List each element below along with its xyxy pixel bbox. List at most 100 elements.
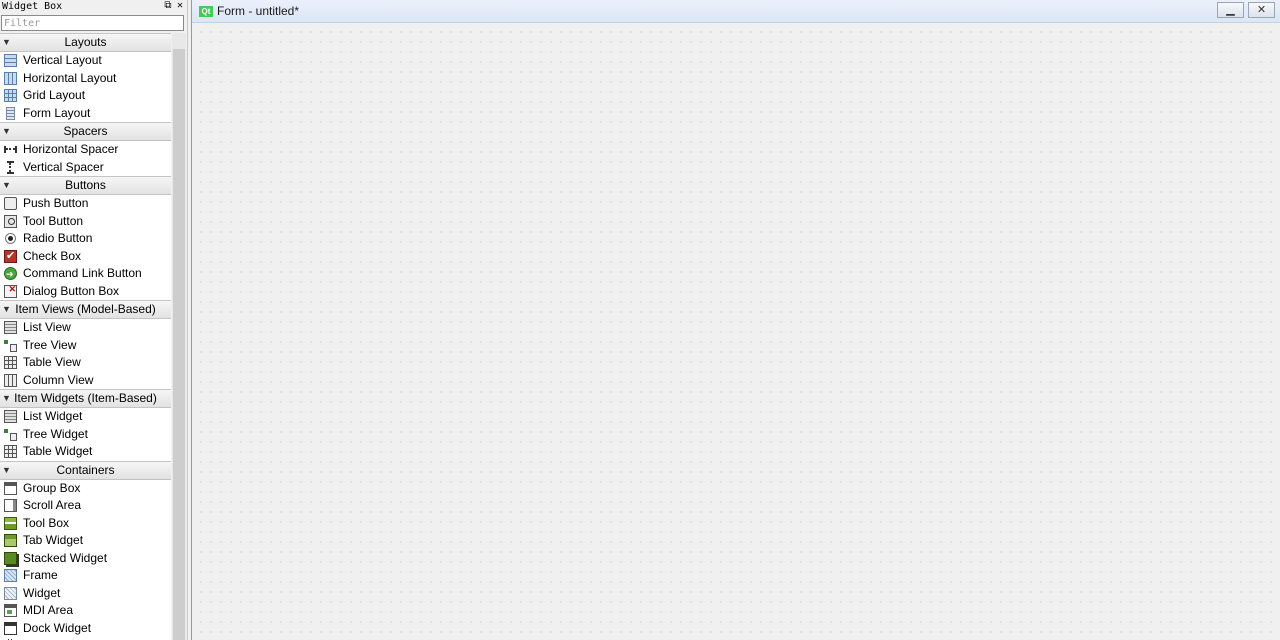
close-button[interactable]: ✕: [1248, 2, 1275, 18]
stacked-widget-icon: [4, 551, 17, 565]
category-header[interactable]: ▼ Buttons: [0, 176, 171, 195]
push-button-icon: [4, 197, 17, 210]
widget-item[interactable]: Horizontal Spacer: [0, 141, 171, 159]
tool-button-icon: [4, 214, 17, 228]
widget-item-label: Table Widget: [23, 444, 93, 458]
category-label: Item Views (Model-Based): [15, 302, 156, 316]
horizontal-spacer-icon: [4, 143, 17, 156]
frame-icon: [4, 569, 17, 582]
widget-box-dock: Widget Box ⧉ ✕ ▼ Layouts Vertical Layout Ho…: [0, 0, 188, 640]
widget-item-label: Tool Button: [23, 213, 84, 228]
widget-item[interactable]: Widget: [0, 584, 171, 602]
category-label: Containers: [56, 462, 115, 477]
widget-list: ▼ Layouts Vertical Layout Horizontal Layout…: [0, 33, 171, 640]
widget-item[interactable]: Command Link Button: [0, 265, 171, 284]
widget-item[interactable]: Frame: [0, 567, 171, 585]
widget-item[interactable]: Stacked Widget: [0, 549, 171, 567]
scrollbar-thumb[interactable]: [173, 49, 185, 640]
widget-item[interactable]: Vertical Spacer: [0, 158, 171, 176]
vertical-spacer-icon: [4, 160, 17, 174]
widget-item-label: Widget: [23, 585, 61, 600]
widget-item[interactable]: Radio Button: [0, 230, 171, 248]
widget-item[interactable]: Column View: [0, 371, 171, 389]
widget-item-label: Vertical Layout: [23, 53, 102, 67]
widget-item[interactable]: Dock Widget: [0, 619, 171, 637]
form-canvas[interactable]: [192, 23, 1280, 640]
category-label: Spacers: [63, 124, 108, 138]
category-header[interactable]: ▼ Containers: [0, 460, 171, 480]
category-label: Buttons: [65, 178, 106, 192]
column-view-icon: [4, 373, 17, 387]
widget-item[interactable]: MDI Area: [0, 602, 171, 620]
form-window: Qt Form - untitled* ▁ ✕: [191, 0, 1280, 640]
widget-item-label: Form Layout: [23, 105, 91, 120]
widget-item[interactable]: List View: [0, 319, 171, 337]
check-box-icon: [4, 248, 17, 265]
tree-widget-icon: [4, 428, 17, 441]
widget-item-label: Horizontal Layout: [23, 70, 117, 85]
filter-input[interactable]: [1, 15, 184, 31]
form-titlebar[interactable]: Qt Form - untitled* ▁ ✕: [192, 0, 1280, 23]
widget-item-label: Group Box: [23, 480, 81, 495]
widget-item[interactable]: Push Button: [0, 195, 171, 213]
group-box-icon: [4, 481, 17, 495]
widget-item-label: Check Box: [23, 248, 82, 263]
widget-item[interactable]: Vertical Layout: [0, 52, 171, 70]
widget-item-label: Horizontal Spacer: [23, 142, 119, 156]
widget-item[interactable]: Form Layout: [0, 104, 171, 122]
widget-item[interactable]: Table Widget: [0, 443, 171, 461]
chevron-down-icon: ▼: [2, 304, 11, 314]
widget-item-label: List View: [23, 320, 71, 334]
category-label: Item Widgets (Item-Based): [14, 391, 157, 405]
widget-item[interactable]: Tree Widget: [0, 425, 171, 443]
qt-logo-icon: Qt: [199, 6, 213, 17]
widget-item[interactable]: Tab Widget: [0, 532, 171, 550]
widget-item[interactable]: Dialog Button Box: [0, 281, 171, 300]
form-layout-icon: [6, 106, 15, 120]
chevron-down-icon: ▼: [2, 464, 11, 475]
widget-item[interactable]: Grid Layout: [0, 87, 171, 105]
table-view-icon: [4, 356, 17, 369]
vertical-layout-icon: [4, 54, 17, 67]
close-icon: ✕: [1256, 4, 1267, 16]
category-header[interactable]: ▼ Item Widgets (Item-Based): [0, 389, 171, 408]
widget-item[interactable]: Horizontal Layout: [0, 69, 171, 87]
minimize-button[interactable]: ▁: [1217, 2, 1244, 18]
close-icon[interactable]: ✕: [175, 0, 185, 12]
widget-item[interactable]: Group Box: [0, 479, 171, 497]
widget-item[interactable]: Tool Button: [0, 212, 171, 230]
widget-item-label: Dock Widget: [23, 620, 92, 635]
chevron-down-icon: ▼: [2, 393, 11, 403]
widget-item-label: Frame: [23, 568, 58, 582]
tool-box-icon: [4, 516, 17, 530]
scroll-area-icon: [4, 499, 17, 512]
widget-item[interactable]: Tool Box: [0, 514, 171, 532]
category-header[interactable]: ▼ Spacers: [0, 122, 171, 141]
widget-item[interactable]: Check Box: [0, 247, 171, 265]
horizontal-layout-icon: [4, 71, 17, 85]
widget-item-label: MDI Area: [23, 603, 74, 617]
widget-item-label: Stacked Widget: [23, 550, 108, 565]
widget-item[interactable]: Table View: [0, 354, 171, 372]
widget-list-scrollbar[interactable]: [172, 33, 186, 640]
chevron-down-icon: ▼: [2, 180, 11, 190]
widget-item[interactable]: List Widget: [0, 408, 171, 426]
widget-item[interactable]: Tree View: [0, 336, 171, 354]
category-header[interactable]: ▼ Layouts: [0, 33, 171, 52]
widget-item-label: Tree View: [23, 337, 77, 352]
widget-item-label: Vertical Spacer: [23, 159, 104, 174]
radio-button-icon: [5, 233, 16, 244]
widget-item-label: Table View: [23, 355, 81, 369]
float-icon[interactable]: ⧉: [163, 0, 173, 12]
tab-widget-icon: [4, 534, 17, 547]
widget-item[interactable]: Scroll Area: [0, 497, 171, 515]
widget-item-label: Push Button: [23, 196, 89, 210]
chevron-down-icon: ▼: [2, 126, 11, 136]
category-label: Layouts: [64, 35, 107, 49]
minimize-icon: ▁: [1226, 4, 1235, 16]
widget-box-titlebar[interactable]: Widget Box ⧉ ✕: [0, 0, 187, 13]
widget-item-label: Tab Widget: [23, 533, 84, 547]
category-header[interactable]: ▼ Item Views (Model-Based): [0, 300, 171, 319]
widget-icon: [4, 586, 17, 600]
widget-item-label: Command Link Button: [23, 266, 142, 280]
